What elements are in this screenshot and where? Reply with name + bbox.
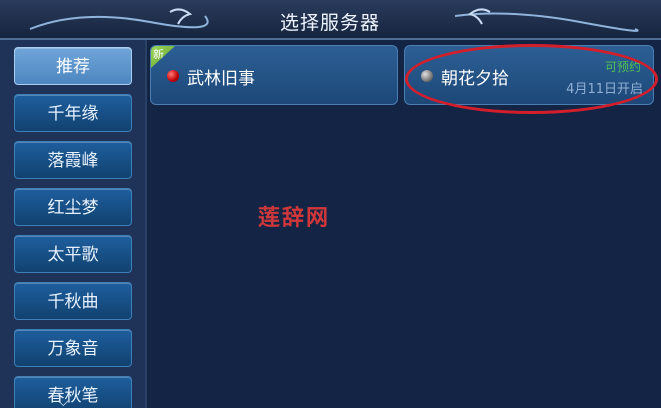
sidebar-item-label: 千年缘 xyxy=(47,104,99,124)
sidebar-item-taipingge[interactable]: 太平歌 xyxy=(14,235,132,273)
server-group-sidebar: 推荐 千年缘 落霞峰 红尘梦 太平歌 千秋曲 万象音 春秋笔 xyxy=(0,40,145,408)
sidebar-item-label: 推荐 xyxy=(56,57,90,77)
new-badge: 新 xyxy=(151,46,175,68)
sidebar-item-qiannianyuan[interactable]: 千年缘 xyxy=(14,94,132,132)
title-bar: 选择服务器 xyxy=(0,0,661,40)
sidebar-item-wanxiangyin[interactable]: 万象音 xyxy=(14,329,132,367)
sidebar-item-hongchenmeng[interactable]: 红尘梦 xyxy=(14,188,132,226)
sidebar-item-label: 太平歌 xyxy=(47,245,99,265)
sidebar-item-chunqiubi[interactable]: 春秋笔 xyxy=(14,376,132,408)
sidebar-item-label: 万象音 xyxy=(47,339,99,359)
sidebar-item-qianqiuqu[interactable]: 千秋曲 xyxy=(14,282,132,320)
sidebar-item-luoxiafeng[interactable]: 落霞峰 xyxy=(14,141,132,179)
watermark: 莲辞网 xyxy=(258,206,331,231)
server-card-wulinjiushi[interactable]: 新 武林旧事 xyxy=(150,45,398,105)
ornament-left-icon xyxy=(29,8,209,30)
ornament-right-icon xyxy=(454,8,639,32)
server-select-window: 选择服务器 推荐 千年缘 落霞峰 红尘梦 太平歌 千秋曲 万象音 春秋笔 ⌵ 新… xyxy=(0,0,661,408)
sidebar-item-label: 千秋曲 xyxy=(47,292,99,312)
status-red-icon xyxy=(167,70,179,82)
server-name: 武林旧事 xyxy=(187,69,255,89)
sidebar-item-label: 落霞峰 xyxy=(47,151,99,171)
sidebar-item-label: 春秋笔 xyxy=(47,386,99,406)
sidebar-item-label: 红尘梦 xyxy=(47,198,99,218)
new-badge-label: 新 xyxy=(153,48,164,61)
window-title: 选择服务器 xyxy=(279,12,380,34)
highlight-ellipse xyxy=(405,44,658,114)
sidebar-item-recommended[interactable]: 推荐 xyxy=(14,47,132,85)
chevron-down-icon[interactable]: ⌵ xyxy=(58,394,69,408)
